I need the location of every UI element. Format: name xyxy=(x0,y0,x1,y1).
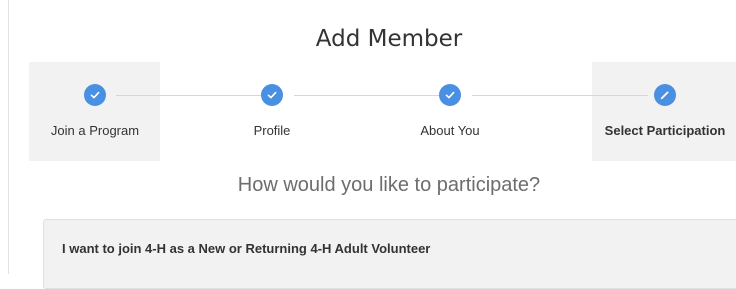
step-profile[interactable]: Profile xyxy=(197,62,347,161)
step-label: About You xyxy=(420,123,480,138)
check-icon xyxy=(90,91,100,99)
step-current-circle xyxy=(654,84,676,106)
option-adult-volunteer[interactable]: I want to join 4-H as a New or Returning… xyxy=(43,219,736,289)
option-label: I want to join 4-H as a New or Returning… xyxy=(62,241,431,256)
step-label: Join a Program xyxy=(50,123,140,138)
page-title: Add Member xyxy=(315,26,463,52)
participation-question: How would you like to participate? xyxy=(237,174,541,196)
progress-stepper: Join a Program Profile About You Select … xyxy=(29,62,736,161)
step-complete-circle xyxy=(439,84,461,106)
step-join-program[interactable]: Join a Program xyxy=(20,62,170,161)
check-icon xyxy=(267,91,277,99)
pencil-icon xyxy=(660,91,669,100)
step-label: Profile xyxy=(253,123,291,138)
step-select-participation[interactable]: Select Participation xyxy=(590,62,736,161)
check-icon xyxy=(445,91,455,99)
step-about-you[interactable]: About You xyxy=(375,62,525,161)
step-complete-circle xyxy=(84,84,106,106)
step-label: Select Participation xyxy=(604,123,726,138)
step-complete-circle xyxy=(261,84,283,106)
